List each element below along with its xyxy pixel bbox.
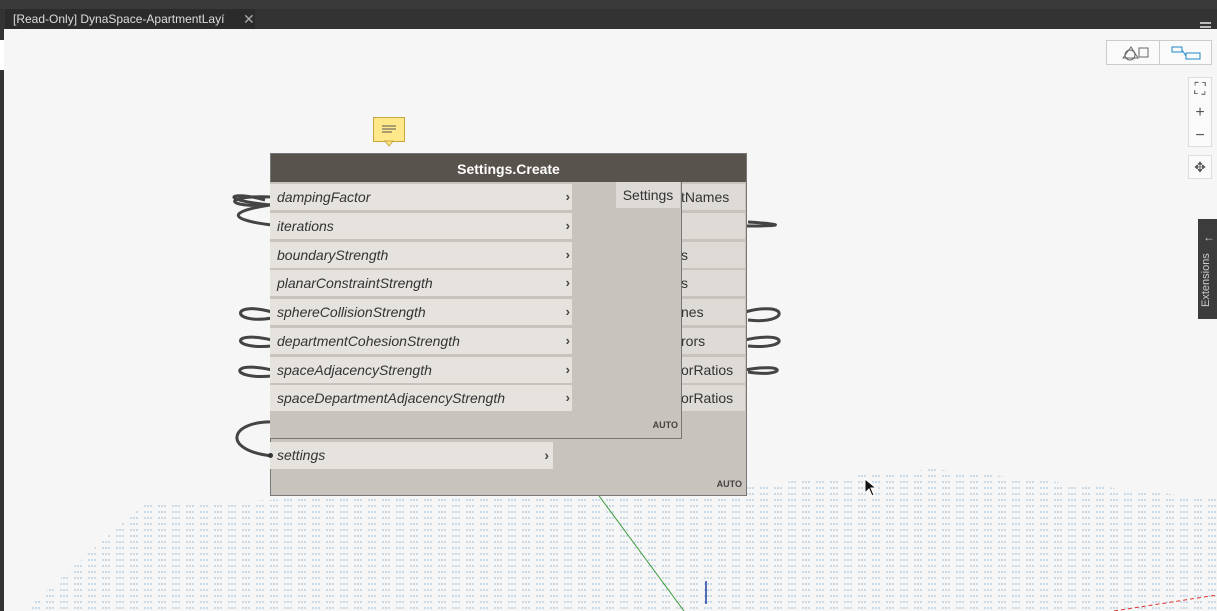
node-output-port[interactable]: s: [675, 270, 745, 296]
chevron-right-icon: ›: [565, 218, 570, 233]
chevron-right-icon: ›: [565, 362, 570, 377]
input-port-spherecollisionstrength[interactable]: sphereCollisionStrength ›: [270, 299, 572, 325]
node-output-port[interactable]: s: [675, 242, 745, 268]
input-port-iterations[interactable]: iterations ›: [270, 213, 572, 239]
tab-workspace[interactable]: [Read-Only] DynaSpace-ApartmentLayí ✕: [5, 9, 255, 29]
node-title: Settings.Create: [271, 154, 746, 182]
chevron-right-icon: ›: [565, 275, 570, 290]
input-port-dampingfactor[interactable]: dampingFactor ›: [270, 184, 572, 210]
fit-view-icon[interactable]: ⛶: [1189, 78, 1211, 101]
input-port-departmentcohesionstrength[interactable]: departmentCohesionStrength ›: [270, 328, 572, 354]
close-icon[interactable]: ✕: [243, 9, 255, 29]
chevron-right-icon: ›: [565, 390, 570, 405]
geometry-view-icon[interactable]: [1107, 41, 1159, 64]
tab-title: [Read-Only] DynaSpace-ApartmentLayí: [13, 12, 225, 26]
zoom-in-icon[interactable]: +: [1189, 101, 1211, 124]
node-output-port[interactable]: rors: [675, 328, 745, 354]
chevron-right-icon: ›: [565, 247, 570, 262]
node-output-port[interactable]: nes: [675, 299, 745, 325]
view-toggle[interactable]: [1106, 40, 1212, 65]
chevron-right-icon: ›: [565, 189, 570, 204]
mouse-cursor-icon: [864, 478, 878, 497]
graph-view-icon[interactable]: [1159, 41, 1212, 64]
tab-bar: [Read-Only] DynaSpace-ApartmentLayí ✕: [0, 9, 1217, 32]
input-port-planarconstraintstrength[interactable]: planarConstraintStrength ›: [270, 270, 572, 296]
lacing-auto-label: AUTO: [652, 420, 678, 430]
comment-note-icon[interactable]: [373, 117, 405, 147]
node-output-port[interactable]: orRatios: [675, 385, 745, 411]
arrow-left-icon[interactable]: ←: [1203, 230, 1215, 244]
node-output-port[interactable]: tNames: [675, 184, 745, 210]
input-port-settings[interactable]: settings ›: [270, 442, 553, 469]
chevron-right-icon: ›: [565, 333, 570, 348]
input-port-spacedepartmentadjacencystrength[interactable]: spaceDepartmentAdjacencyStrength ›: [270, 385, 572, 411]
zoom-controls: ⛶ + −: [1188, 77, 1212, 147]
pan-icon[interactable]: ✥: [1188, 155, 1212, 179]
node-output-port[interactable]: orRatios: [675, 357, 745, 383]
output-port-settings[interactable]: Settings: [616, 182, 680, 208]
input-port-boundarystrength[interactable]: boundaryStrength ›: [270, 242, 572, 268]
chevron-right-icon: ›: [565, 304, 570, 319]
chevron-right-icon: ›: [544, 447, 549, 463]
settings-create-node-front[interactable]: dampingFactor › iterations › boundaryStren…: [270, 182, 682, 439]
lacing-auto-label: AUTO: [716, 479, 742, 489]
port-connector-dot: [268, 453, 273, 458]
zoom-out-icon[interactable]: −: [1189, 124, 1211, 147]
extensions-label: Extensions: [1200, 253, 1212, 307]
input-port-spaceadjacencystrength[interactable]: spaceAdjacencyStrength ›: [270, 357, 572, 383]
node-output-port[interactable]: [675, 213, 745, 239]
top-toolbar: [0, 0, 1217, 9]
